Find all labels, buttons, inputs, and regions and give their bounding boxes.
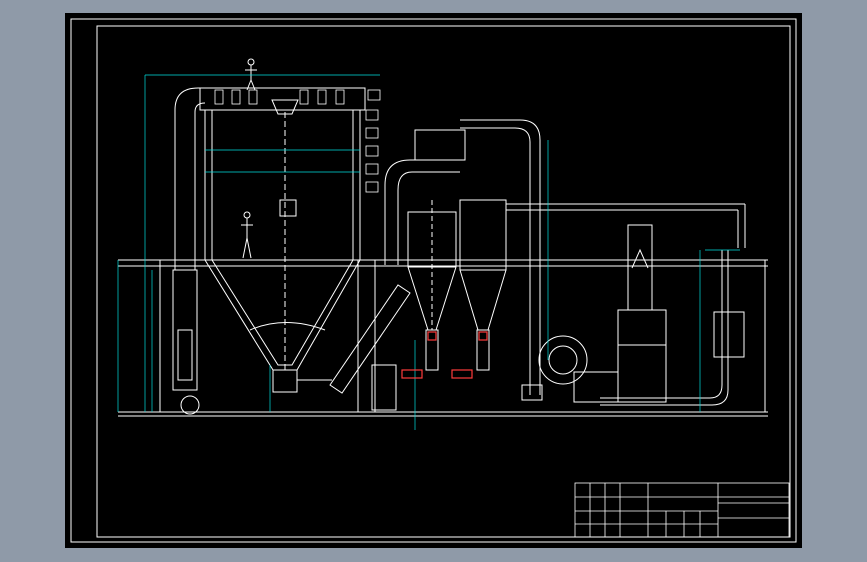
cad-viewport <box>0 0 867 562</box>
drawing-sheet <box>65 13 802 548</box>
drawing-canvas <box>65 13 802 548</box>
